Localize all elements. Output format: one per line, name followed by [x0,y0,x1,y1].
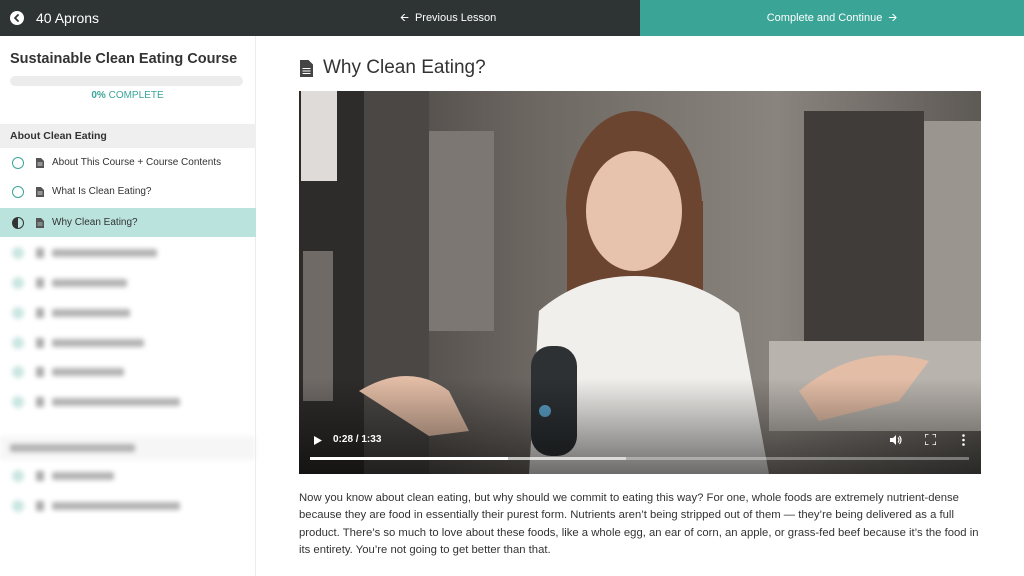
section-header-blurred [0,436,256,460]
document-icon [36,470,44,481]
document-icon [300,59,313,77]
document-icon [36,157,44,168]
blurred-lesson-label [52,367,124,376]
lesson-status-incomplete-icon [12,156,24,169]
previous-lesson-label: Previous Lesson [414,12,497,24]
fullscreen-icon[interactable] [925,434,936,445]
arrow-left-icon: 🡨 [400,11,409,24]
previous-lesson-button[interactable]: 🡨 Previous Lesson [400,0,496,36]
section-header-about-clean-eating: About Clean Eating [0,124,256,148]
lesson-status-incomplete-icon [12,246,24,259]
lesson-item-blurred[interactable] [0,461,256,490]
lesson-item-blurred[interactable] [0,491,256,520]
lesson-item-blurred[interactable] [0,357,256,386]
document-icon [36,307,44,318]
lesson-item-about-this-course[interactable]: About This Course + Course Contents [0,148,256,177]
document-icon [36,396,44,407]
lesson-status-incomplete-icon [12,365,24,378]
chevron-left-circle-icon[interactable] [10,11,24,25]
course-sidebar: Sustainable Clean Eating Course 0% COMPL… [0,36,256,576]
arrow-right-icon: 🡪 [888,11,898,24]
lesson-item-what-is-clean-eating[interactable]: What Is Clean Eating? [0,177,256,206]
blurred-lesson-label [52,338,144,347]
video-scrubber[interactable] [310,457,969,460]
lesson-status-in-progress-icon [12,216,24,229]
blurred-lesson-label [52,471,114,480]
video-played-bar [310,457,508,460]
document-icon [36,217,44,228]
lesson-label: What Is Clean Eating? [52,186,152,197]
lesson-item-blurred[interactable] [0,387,256,416]
document-icon [36,247,44,258]
lesson-status-incomplete-icon [12,185,24,198]
course-progress-label: 0% COMPLETE [10,90,245,101]
lesson-item-blurred[interactable] [0,298,256,327]
lesson-title: Why Clean Eating? [323,57,486,78]
complete-and-continue-label: Complete and Continue [766,12,883,24]
course-progress-bar [10,76,243,86]
blurred-lesson-label [52,278,127,287]
lesson-status-incomplete-icon [12,336,24,349]
lesson-label: Why Clean Eating? [52,217,138,228]
lesson-item-blurred[interactable] [0,238,256,267]
complete-and-continue-button[interactable]: Complete and Continue 🡪 [640,0,1024,36]
volume-icon[interactable] [890,434,902,446]
brand-back-link[interactable]: 40 Aprons [0,0,255,36]
video-current-time: 0:28 [333,434,354,445]
lesson-item-blurred[interactable] [0,268,256,297]
video-time-display: 0:28 / 1:33 [333,434,382,445]
blurred-lesson-label [52,308,130,317]
lesson-status-incomplete-icon [12,499,24,512]
document-icon [36,277,44,288]
document-icon [36,186,44,197]
lesson-status-incomplete-icon [12,276,24,289]
lesson-body-text: Now you know about clean eating, but why… [299,492,979,556]
lesson-item-blurred[interactable] [0,328,256,357]
blurred-section-title [10,444,135,452]
progress-suffix: COMPLETE [105,90,164,101]
lesson-status-incomplete-icon [12,469,24,482]
course-title: Sustainable Clean Eating Course [10,51,238,67]
document-icon [36,366,44,377]
document-icon [36,500,44,511]
blurred-lesson-label [52,397,180,406]
top-navigation-bar: 40 Aprons 🡨 Previous Lesson Complete and… [0,0,1024,36]
lesson-item-why-clean-eating[interactable]: Why Clean Eating? [0,208,256,237]
progress-percent: 0% [91,90,106,101]
lesson-video-player[interactable] [299,91,981,474]
video-duration: 1:33 [361,434,382,445]
lesson-heading: Why Clean Eating? [300,57,486,79]
more-options-icon[interactable] [961,434,966,446]
play-icon[interactable] [314,436,322,445]
blurred-lesson-label [52,248,157,257]
lesson-status-incomplete-icon [12,395,24,408]
lesson-status-incomplete-icon [12,306,24,319]
video-frame-image [299,91,981,474]
blurred-lesson-label [52,501,180,510]
school-name[interactable]: 40 Aprons [36,10,99,26]
document-icon [36,337,44,348]
lesson-label: About This Course + Course Contents [52,157,222,168]
